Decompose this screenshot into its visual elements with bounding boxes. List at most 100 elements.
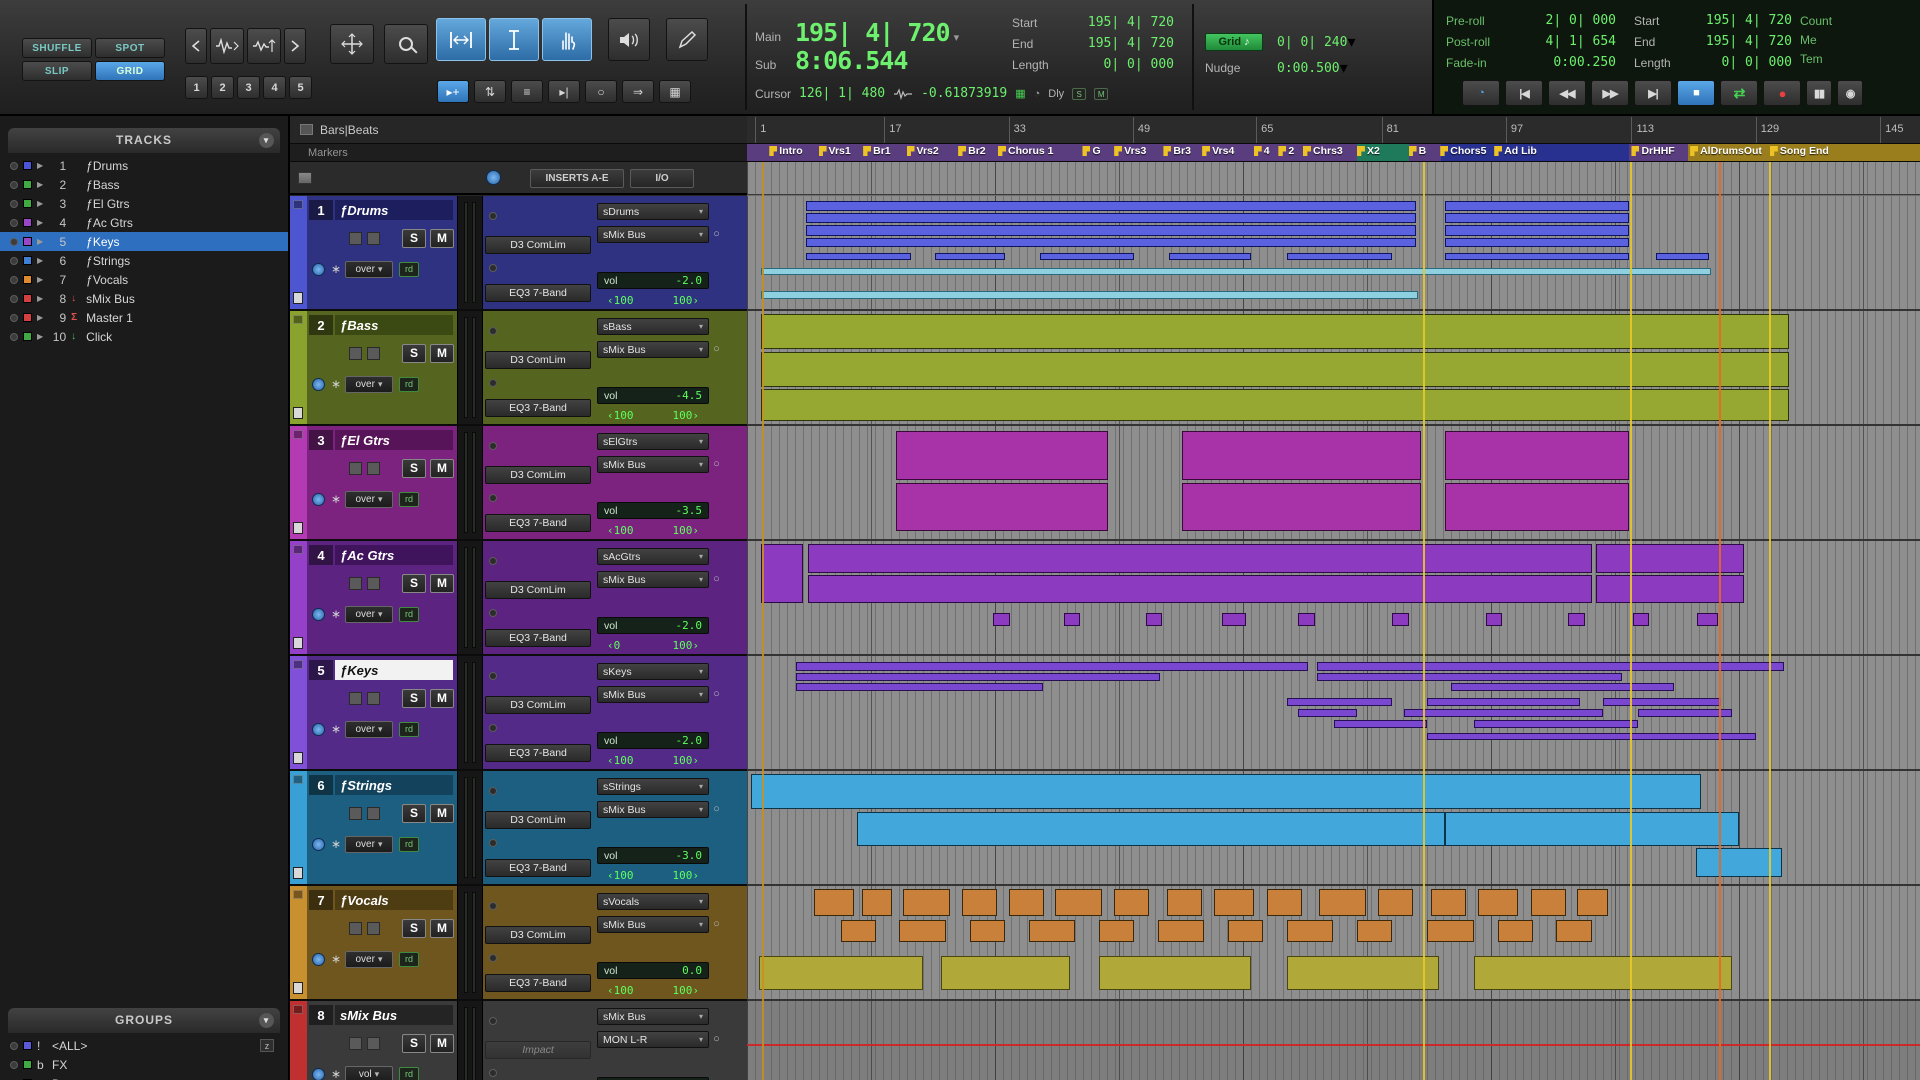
- ruler-name[interactable]: Bars|Beats: [320, 123, 378, 137]
- timeline-marker[interactable]: Vrs2: [906, 145, 939, 157]
- timeline-marker[interactable]: AlDrumsOut: [1690, 145, 1762, 157]
- zoom-out-arrow-button[interactable]: [185, 28, 207, 64]
- post-roll-value[interactable]: 4| 1| 654: [1546, 34, 1616, 49]
- audio-region[interactable]: [895, 482, 1109, 532]
- solo-button[interactable]: S: [402, 459, 426, 478]
- output-selector[interactable]: sBass ▾: [597, 318, 709, 335]
- ruler-list-icon[interactable]: [300, 124, 313, 135]
- insert-a-button[interactable]: D3 ComLim: [485, 466, 591, 484]
- audio-region[interactable]: [805, 252, 912, 261]
- markers-ruler[interactable]: Intro Vrs1 Br1 Vrs2 Br2 Chorus 1 G Vrs3 Br3 Vrs4 4…: [747, 144, 1920, 162]
- marker-flag-icon[interactable]: [998, 146, 1007, 156]
- automation-mode-button[interactable]: over: [345, 951, 393, 968]
- mute-button[interactable]: M: [430, 344, 454, 363]
- group-name[interactable]: FX: [52, 1058, 67, 1072]
- stop-button[interactable]: ■: [1677, 80, 1715, 106]
- pan-right-value[interactable]: 100›: [673, 639, 700, 652]
- sidebar-track-item[interactable]: ▶ 6 ƒStrings: [0, 251, 288, 270]
- output-selector[interactable]: sDrums ▾: [597, 203, 709, 220]
- mini-solo-indicator[interactable]: S: [1072, 87, 1087, 100]
- bus-selector[interactable]: sMix Bus ▾: [597, 571, 709, 588]
- timeline-marker[interactable]: Br3: [1163, 145, 1191, 157]
- volume-display[interactable]: vol -2.0: [597, 732, 709, 749]
- marker-flag-icon[interactable]: [1494, 146, 1503, 156]
- audio-region[interactable]: [1317, 661, 1784, 671]
- slip-mode-button[interactable]: SLIP: [22, 61, 92, 81]
- audio-region[interactable]: [1286, 697, 1393, 706]
- audio-region[interactable]: [805, 225, 1416, 236]
- bus-selector[interactable]: sMix Bus ▾: [597, 916, 709, 933]
- audio-region[interactable]: [857, 811, 1445, 846]
- volume-display[interactable]: vol -4.5: [597, 387, 709, 404]
- timeline-marker[interactable]: B: [1408, 145, 1426, 157]
- grid-value-button[interactable]: Grid ♪: [1205, 33, 1263, 51]
- automation-mode-button[interactable]: vol: [345, 1066, 393, 1080]
- audio-region[interactable]: [1444, 252, 1630, 261]
- audio-region[interactable]: [1098, 919, 1135, 943]
- audio-region[interactable]: [1286, 919, 1334, 943]
- audio-region[interactable]: [1485, 613, 1503, 626]
- audio-region[interactable]: [807, 544, 1592, 573]
- output-selector[interactable]: sStrings ▾: [597, 778, 709, 795]
- output-selector[interactable]: sAcGtrs ▾: [597, 548, 709, 565]
- track-name[interactable]: ƒBass: [86, 178, 119, 192]
- audio-region[interactable]: [1596, 544, 1745, 573]
- bus-selector[interactable]: MON L-R ▾: [597, 1031, 709, 1048]
- sidebar-track-item[interactable]: ▶ 2 ƒBass: [0, 175, 288, 194]
- insert-slot-dot[interactable]: [489, 954, 497, 962]
- pan-left-value[interactable]: ‹100: [607, 984, 634, 997]
- panel-menu-icon[interactable]: ▾: [259, 133, 274, 148]
- track-view-icon[interactable]: [349, 807, 362, 820]
- pan-left-value[interactable]: ‹100: [607, 409, 634, 422]
- disclosure-arrow-icon[interactable]: ▶: [37, 313, 43, 322]
- audio-region[interactable]: [1444, 225, 1630, 236]
- record-button[interactable]: ●: [1763, 80, 1801, 106]
- mirrored-midi-button[interactable]: ▦: [659, 80, 691, 103]
- zoom-preset-2-button[interactable]: 2: [211, 76, 234, 99]
- end-value[interactable]: 195| 4| 720: [1088, 36, 1174, 51]
- insert-slot-dot[interactable]: [489, 327, 497, 335]
- audio-region[interactable]: [1632, 613, 1650, 626]
- pan-display[interactable]: ‹100 100›: [597, 523, 709, 538]
- record-safe-toggle[interactable]: rd: [399, 952, 419, 967]
- panel-menu-icon[interactable]: ▾: [259, 1013, 274, 1028]
- audio-region[interactable]: [1596, 574, 1745, 604]
- track-name[interactable]: ƒStrings: [335, 775, 453, 795]
- audio-region[interactable]: [1055, 889, 1103, 917]
- audio-region[interactable]: [805, 200, 1416, 211]
- sidebar-track-item[interactable]: ▶ 4 ƒAc Gtrs: [0, 213, 288, 232]
- insert-b-button[interactable]: EQ3 7-Band: [485, 399, 591, 417]
- solo-button[interactable]: S: [402, 1034, 426, 1053]
- insert-slot-dot[interactable]: [489, 379, 497, 387]
- audio-region[interactable]: [796, 672, 1160, 681]
- group-show-hide-dot[interactable]: [10, 1060, 18, 1069]
- pan-display[interactable]: ‹0 100›: [597, 638, 709, 653]
- volume-display[interactable]: vol -2.0: [597, 617, 709, 634]
- timebase-clock-icon[interactable]: [312, 953, 325, 966]
- pan-left-value[interactable]: ‹100: [607, 754, 634, 767]
- track-name[interactable]: ƒVocals: [86, 273, 128, 287]
- playlist-icon[interactable]: [367, 1037, 380, 1050]
- group-name[interactable]: <ALL>: [52, 1039, 87, 1053]
- disclosure-arrow-icon[interactable]: ▶: [37, 294, 43, 303]
- sidebar-track-item[interactable]: ▶ 1 ƒDrums: [0, 156, 288, 175]
- audio-region[interactable]: [1427, 697, 1580, 706]
- track-show-hide-dot[interactable]: [10, 332, 18, 341]
- track-lane[interactable]: [747, 1001, 1920, 1080]
- volume-value[interactable]: -2.0: [676, 734, 703, 747]
- insert-slot-dot[interactable]: [489, 264, 497, 272]
- audio-region[interactable]: [1697, 613, 1719, 626]
- audio-region[interactable]: [1319, 889, 1367, 917]
- track-view-icon[interactable]: [349, 232, 362, 245]
- volume-display[interactable]: vol -3.5: [597, 502, 709, 519]
- mute-button[interactable]: M: [430, 574, 454, 593]
- disclosure-arrow-icon[interactable]: ▶: [37, 332, 43, 341]
- playlist-icon[interactable]: [367, 807, 380, 820]
- audio-region[interactable]: [796, 683, 1043, 692]
- solo-button[interactable]: S: [402, 804, 426, 823]
- clock-icon[interactable]: [486, 170, 501, 185]
- track-name[interactable]: ƒBass: [335, 315, 453, 335]
- grabber-tool-icon[interactable]: [542, 18, 592, 61]
- audio-region[interactable]: [993, 613, 1010, 626]
- marker-flag-icon[interactable]: [1114, 146, 1123, 156]
